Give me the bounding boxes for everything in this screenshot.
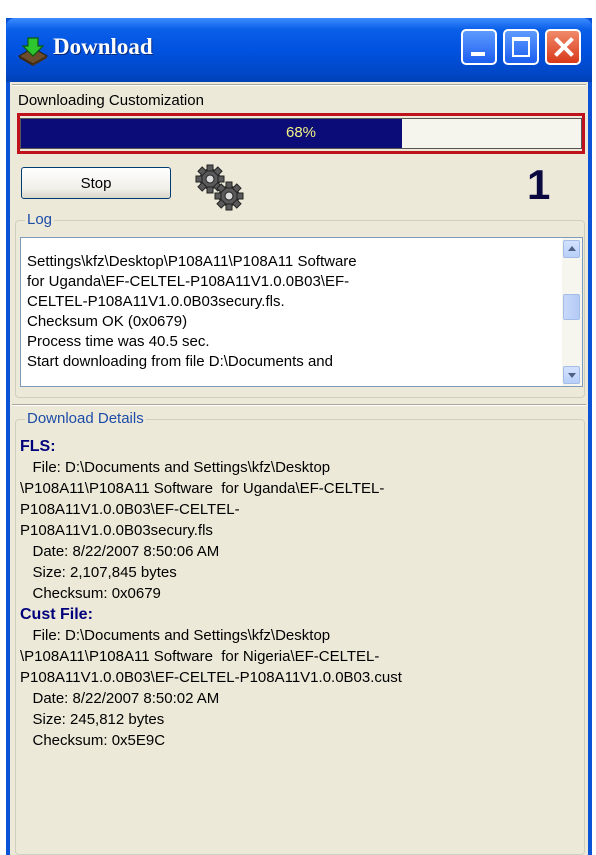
status-text: Downloading Customization [18, 92, 204, 109]
scroll-up-button[interactable] [563, 240, 580, 258]
stop-button-label: Stop [80, 174, 112, 192]
details-line: P108A11V1.0.0B03\EF-CELTEL-P108A11V1.0.0… [20, 669, 402, 686]
details-line: Checksum: 0x0679 [20, 585, 161, 602]
details-line: File: D:\Documents and Settings\kfz\Desk… [20, 459, 331, 476]
log-line: Start downloading from file D:\Documents… [27, 353, 333, 370]
window-client: Downloading Customization 68% Stop 1 Log… [10, 82, 588, 855]
log-line: CELTEL-P108A11V1.0.0B03secury.fls. [27, 293, 285, 310]
details-line: Size: 245,812 bytes [20, 711, 165, 728]
title-bar[interactable]: Download [6, 18, 592, 82]
details-line: \P108A11\P108A11 Software for Uganda\EF-… [20, 480, 385, 497]
top-separator [12, 84, 586, 86]
details-line: \P108A11\P108A11 Software for Nigeria\EF… [20, 648, 380, 665]
details-line: P108A11V1.0.0B03\EF-CELTEL- [20, 501, 240, 518]
log-line: Checksum OK (0x0679) [27, 313, 188, 330]
details-line: Date: 8/22/2007 8:50:02 AM [20, 690, 220, 707]
log-line: Settings\kfz\Desktop\P108A11\P108A11 Sof… [27, 253, 357, 270]
log-content: Settings\kfz\Desktop\P108A11\P108A11 Sof… [27, 252, 547, 372]
progress-label: 68% [285, 124, 317, 141]
download-icon [17, 37, 49, 66]
details-section-heading: Cust File: [20, 606, 93, 623]
details-section-heading: FLS: [20, 438, 56, 455]
minimize-button[interactable] [461, 29, 497, 65]
scroll-down-button[interactable] [563, 366, 580, 384]
scroll-thumb[interactable] [563, 294, 580, 320]
details-line: Checksum: 0x5E9C [20, 732, 166, 749]
log-line: for Uganda\EF-CELTEL-P108A11V1.0.0B03\EF… [27, 273, 350, 290]
step-number: 1 [527, 161, 551, 208]
download-window: Download Downloading Customization 68% S… [6, 18, 592, 855]
details-line: Date: 8/22/2007 8:50:06 AM [20, 543, 220, 560]
maximize-button[interactable] [503, 29, 539, 65]
log-textbox[interactable]: Settings\kfz\Desktop\P108A11\P108A11 Sof… [20, 237, 583, 387]
details-group-label: Download Details [25, 410, 146, 427]
chevron-up-icon [568, 246, 576, 251]
log-scrollbar[interactable] [562, 238, 582, 386]
log-line: Process time was 40.5 sec. [27, 333, 210, 350]
window-title: Download [53, 34, 153, 59]
log-group-label: Log [25, 211, 55, 228]
chevron-down-icon [568, 373, 576, 378]
close-button[interactable] [545, 29, 581, 65]
progress-bar: 68% [20, 118, 582, 149]
gears-icon [195, 164, 244, 211]
stop-button[interactable]: Stop [21, 167, 171, 199]
details-line: File: D:\Documents and Settings\kfz\Desk… [20, 627, 331, 644]
download-details: FLS: File: D:\Documents and Settings\kfz… [20, 436, 583, 855]
middle-separator [12, 404, 586, 406]
details-line: P108A11V1.0.0B03secury.fls [20, 522, 213, 539]
details-line: Size: 2,107,845 bytes [20, 564, 177, 581]
